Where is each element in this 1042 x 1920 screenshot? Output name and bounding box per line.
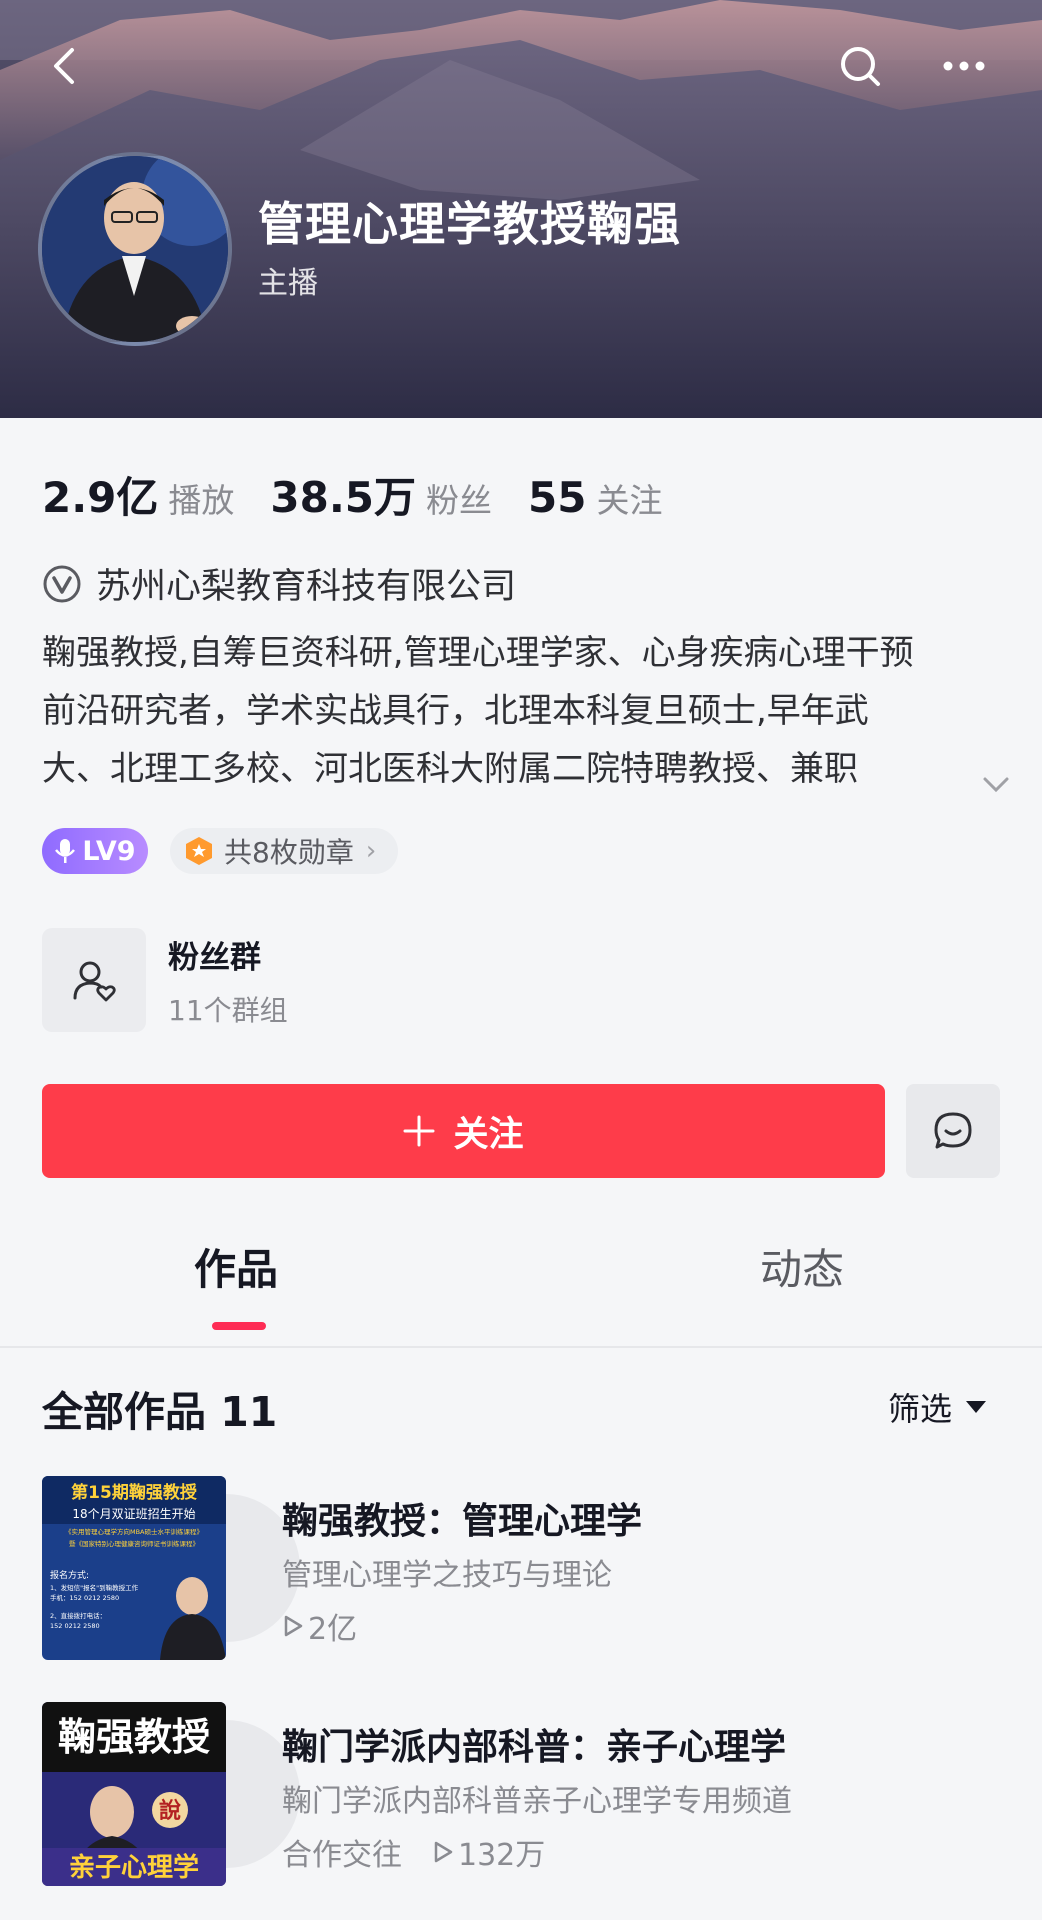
- fan-group-icon: [73, 961, 116, 1002]
- bio-text[interactable]: 鞠强教授,自筹巨资科研,管理心理学家、心身疾病心理干预 前沿研究者，学术实战具行…: [42, 624, 1002, 798]
- thumbnail-image: 鞠强教授 說 亲子心理学: [42, 1702, 226, 1886]
- follow-button[interactable]: 关注: [42, 1084, 885, 1178]
- filter-button[interactable]: 筛选: [888, 1384, 987, 1430]
- bio-line: 大、北理工多校、河北医科大附属二院特聘教授、兼职: [42, 749, 858, 789]
- thumb-text: 鞠强教授: [58, 1714, 210, 1759]
- fan-group-count: 11个群组: [168, 993, 288, 1027]
- play-icon: [284, 1615, 303, 1637]
- avatar[interactable]: [38, 152, 232, 346]
- stats-row: 2.9亿 播放 38.5万 粉丝 55 关注: [42, 464, 699, 525]
- plus-icon: [403, 1115, 435, 1147]
- item-plays: 2亿: [308, 1612, 358, 1647]
- fan-group-title: 粉丝群: [168, 939, 261, 976]
- level-text: LV9: [82, 835, 136, 867]
- thumb-text: 《实用管理心理学方向MBA硕士水平训练课程》: [65, 1527, 203, 1536]
- avatar-image: [42, 156, 228, 342]
- bio-expand-button[interactable]: [900, 756, 1010, 814]
- list-item[interactable]: 鞠强教授 說 亲子心理学 鞠门学派内部科普：亲子心理学 鞠门学派内部科普亲子心理…: [42, 1702, 1002, 1886]
- stat-label: 关注: [596, 481, 663, 520]
- stat-value: 55: [528, 473, 587, 522]
- tab-indicator: [212, 1322, 266, 1330]
- item-meta: 2亿: [282, 1604, 357, 1648]
- item-subtitle: 鞠门学派内部科普亲子心理学专用频道: [282, 1784, 792, 1819]
- search-button[interactable]: [830, 36, 890, 96]
- badge-row: LV9 共8枚勋章 ›: [42, 828, 399, 874]
- dropdown-triangle-icon: [966, 1401, 987, 1413]
- verified-icon: [43, 565, 81, 602]
- stat-label: 播放: [168, 481, 235, 520]
- back-button[interactable]: [36, 36, 96, 96]
- more-icon: [943, 61, 985, 71]
- thumbnail-image: 第15期鞠强教授 18个月双证班招生开始 《实用管理心理学方向MBA硕士水平训练…: [42, 1476, 226, 1660]
- list-item[interactable]: 第15期鞠强教授 18个月双证班招生开始 《实用管理心理学方向MBA硕士水平训练…: [42, 1476, 1002, 1660]
- filter-label: 筛选: [888, 1390, 953, 1428]
- stat-label: 粉丝: [426, 481, 493, 520]
- thumb-text: 152 0212 2580: [50, 1622, 100, 1630]
- thumb-text: 亲子心理学: [69, 1852, 199, 1883]
- item-title: 鞠强教授：管理心理学: [282, 1501, 643, 1542]
- more-button[interactable]: [934, 36, 994, 96]
- item-meta: 合作交往 132万: [282, 1830, 545, 1874]
- medals-text: 共8枚勋章: [224, 836, 354, 869]
- mic-icon: [55, 839, 76, 863]
- tab-dynamic[interactable]: 动态: [760, 1236, 844, 1297]
- thumbnail-stack: 鞠强教授 說 亲子心理学: [42, 1702, 300, 1886]
- thumb-text: 第15期鞠强教授: [71, 1482, 198, 1503]
- company-verification[interactable]: 苏州心梨教育科技有限公司: [42, 558, 516, 609]
- play-icon: [434, 1841, 453, 1863]
- thumb-text: 报名方式:: [50, 1569, 89, 1581]
- tab-works[interactable]: 作品: [194, 1236, 278, 1297]
- level-badge[interactable]: LV9: [42, 828, 148, 874]
- back-icon: [54, 48, 74, 84]
- thumb-text: 手机：152 0212 2580: [50, 1593, 119, 1602]
- item-subtitle: 管理心理学之技巧与理论: [282, 1558, 612, 1593]
- bio-line: 前沿研究者，学术实战具行，北理本科复旦硕士,早年武: [42, 691, 869, 731]
- thumb-text: 1、发短信"报名"到鞠教授工作: [50, 1583, 139, 1592]
- thumb-text: 2、直接拨打电话：: [50, 1611, 106, 1620]
- company-name: 苏州心梨教育科技有限公司: [96, 567, 517, 607]
- search-icon: [841, 47, 880, 86]
- content-tabs: 作品 动态: [0, 1236, 1042, 1348]
- item-plays: 132万: [458, 1838, 546, 1873]
- stat-fans[interactable]: 38.5万 粉丝: [270, 464, 492, 525]
- chevron-right-icon: ›: [365, 836, 377, 866]
- medals-button[interactable]: 共8枚勋章 ›: [170, 828, 399, 874]
- profile-name: 管理心理学教授鞠强: [258, 197, 681, 251]
- item-title: 鞠门学派内部科普：亲子心理学: [282, 1727, 787, 1768]
- thumb-text: 18个月双证班招生开始: [72, 1507, 195, 1521]
- follow-label: 关注: [453, 1114, 524, 1155]
- message-button[interactable]: [906, 1084, 1000, 1178]
- chevron-down-icon: [983, 777, 1009, 793]
- profile-role: 主播: [258, 266, 318, 301]
- profile-banner: 管理心理学教授鞠强 主播: [0, 0, 1042, 418]
- works-heading: 全部作品 11: [42, 1388, 278, 1436]
- stat-value: 2.9亿: [42, 473, 159, 522]
- stat-value: 38.5万: [270, 473, 417, 522]
- thumb-text: 暨《国家特别心理健康咨询师证书训练课程》: [69, 1539, 199, 1548]
- profile-body: 2.9亿 播放 38.5万 粉丝 55 关注 苏州心梨教育科技有限公司 鞠强教授…: [0, 418, 1042, 1920]
- item-tag: 合作交往: [282, 1838, 402, 1873]
- stat-plays[interactable]: 2.9亿 播放: [42, 464, 234, 525]
- bio-line: 鞠强教授,自筹巨资科研,管理心理学家、心身疾病心理干预: [42, 633, 914, 673]
- fan-group-text: 粉丝群 11个群组: [168, 932, 288, 1029]
- fan-group-entry[interactable]: 粉丝群 11个群组: [42, 928, 288, 1032]
- thumbnail-stack: 第15期鞠强教授 18个月双证班招生开始 《实用管理心理学方向MBA硕士水平训练…: [42, 1476, 300, 1660]
- fan-group-icon-box: [42, 928, 146, 1032]
- medal-icon: [186, 837, 212, 865]
- stat-following[interactable]: 55 关注: [528, 473, 662, 522]
- message-icon: [934, 1112, 972, 1149]
- thumb-text: 說: [159, 1798, 181, 1824]
